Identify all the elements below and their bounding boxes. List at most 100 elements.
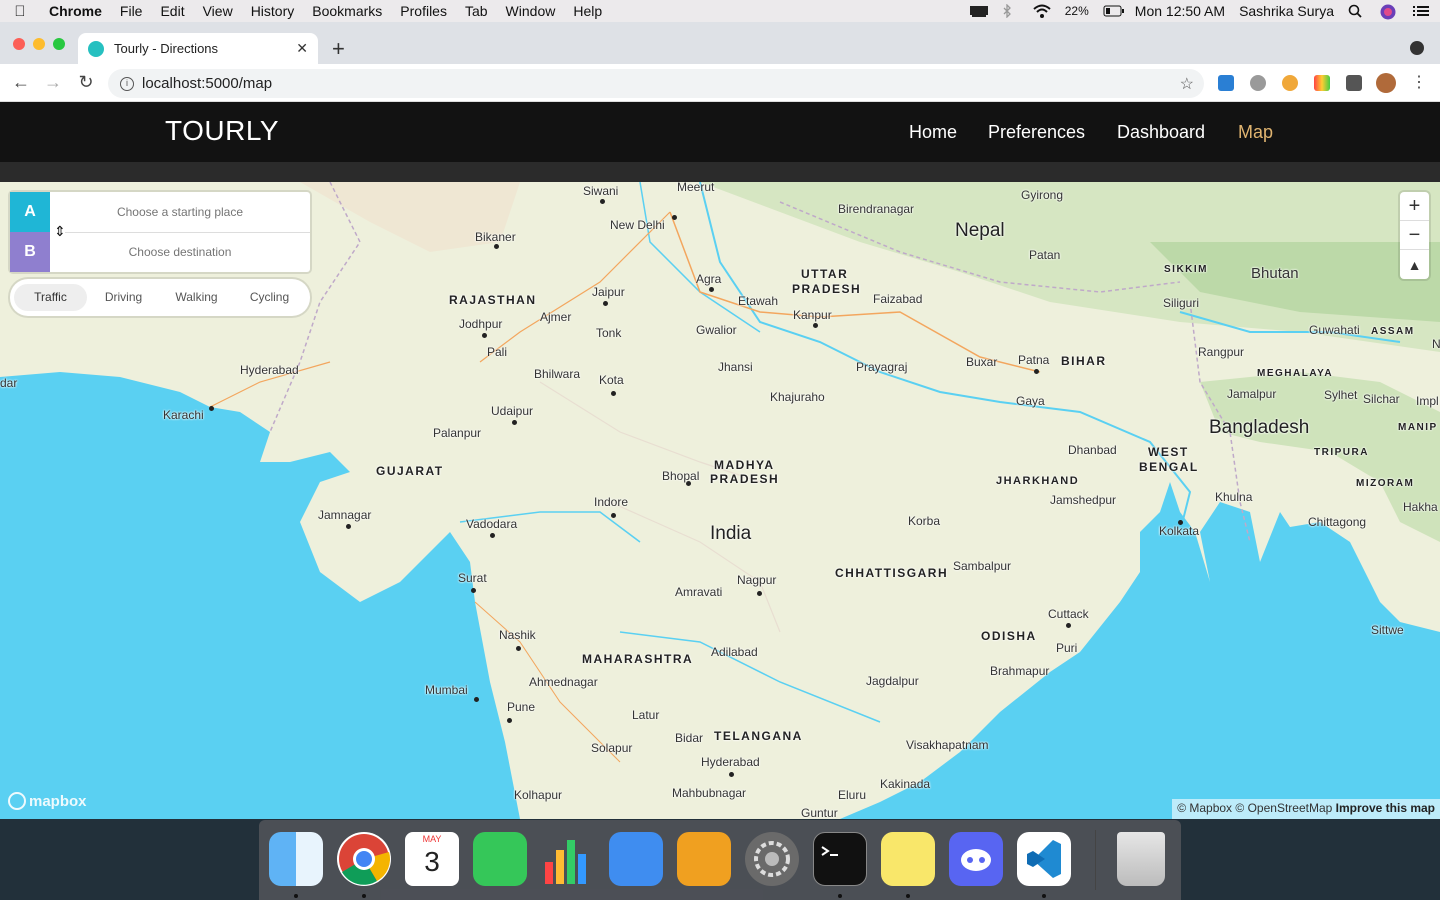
running-indicator <box>1042 894 1046 898</box>
extension-icon[interactable] <box>1218 75 1234 91</box>
notification-center-icon[interactable] <box>1412 4 1430 18</box>
trash-icon[interactable] <box>1117 832 1165 886</box>
siri-icon[interactable] <box>1380 4 1398 20</box>
bluetooth-icon[interactable] <box>1001 3 1019 19</box>
back-arrow-icon[interactable]: ← <box>10 72 32 93</box>
city-dot <box>709 287 714 292</box>
browser-toolbar: ← → ↻ i localhost:5000/map ☆ ⋮ <box>0 64 1440 102</box>
vscode-icon[interactable] <box>1017 832 1071 886</box>
map-label: Patna <box>1018 353 1050 367</box>
map-label: CHHATTISGARH <box>835 566 949 580</box>
apple-menu-icon[interactable]:  <box>0 3 40 20</box>
attribution-mapbox-link[interactable]: © Mapbox <box>1177 801 1232 815</box>
menu-bookmarks[interactable]: Bookmarks <box>303 3 391 19</box>
calendar-icon[interactable]: MAY 3 <box>405 832 459 886</box>
window-zoom-button[interactable] <box>53 38 65 50</box>
dock-separator <box>1095 830 1096 890</box>
map-label: TRIPURA <box>1314 447 1369 458</box>
chrome-icon[interactable] <box>337 832 391 886</box>
macos-menubar:  Chrome File Edit View History Bookmark… <box>0 0 1440 22</box>
browser-menu-icon[interactable]: ⋮ <box>1408 72 1430 92</box>
window-minimize-button[interactable] <box>33 38 45 50</box>
pages-icon[interactable] <box>677 832 731 886</box>
tab-search-icon[interactable] <box>1410 41 1424 55</box>
nav-map[interactable]: Map <box>1238 122 1273 143</box>
spotlight-search-icon[interactable] <box>1348 4 1366 18</box>
zoom-in-button[interactable]: + <box>1400 192 1429 221</box>
map-label: JHARKHAND <box>996 475 1080 487</box>
site-info-icon[interactable]: i <box>120 76 134 91</box>
map-label: PRADESH <box>792 282 862 296</box>
map-canvas[interactable]: Siwani Meerut Gyirong Birendranagar New … <box>0 182 1440 819</box>
address-url[interactable]: localhost:5000/map <box>142 75 272 92</box>
new-tab-icon[interactable]: + <box>332 36 345 62</box>
window-close-button[interactable] <box>13 38 25 50</box>
profile-cycling[interactable]: Cycling <box>233 284 306 311</box>
extension-w-icon[interactable] <box>1314 75 1330 91</box>
forward-arrow-icon[interactable]: → <box>42 72 64 93</box>
map-label: India <box>710 523 752 544</box>
address-bar[interactable]: i localhost:5000/map ☆ <box>108 69 1204 98</box>
destination-input[interactable] <box>50 232 310 272</box>
map-label: Indore <box>594 495 629 509</box>
nav-preferences[interactable]: Preferences <box>988 122 1085 143</box>
stickies-icon[interactable] <box>881 832 935 886</box>
nav-dashboard[interactable]: Dashboard <box>1117 122 1205 143</box>
menu-profiles[interactable]: Profiles <box>391 3 456 19</box>
extension-cloud-icon[interactable] <box>1250 75 1266 91</box>
display-icon[interactable] <box>969 4 988 18</box>
tab-close-icon[interactable]: ✕ <box>296 40 308 57</box>
discord-icon[interactable] <box>949 832 1003 886</box>
profile-driving[interactable]: Driving <box>87 284 160 311</box>
system-preferences-icon[interactable] <box>745 832 799 886</box>
profile-traffic[interactable]: Traffic <box>14 284 87 311</box>
map-label: Pune <box>507 700 536 714</box>
battery-icon[interactable] <box>1103 4 1124 18</box>
map-label: Jamalpur <box>1227 387 1277 401</box>
menu-window[interactable]: Window <box>497 3 565 19</box>
brand-logo[interactable]: TOURLY <box>165 115 279 147</box>
map-label: RAJASTHAN <box>449 293 537 307</box>
attribution-osm-link[interactable]: © OpenStreetMap <box>1235 801 1332 815</box>
profile-walking[interactable]: Walking <box>160 284 233 311</box>
map-label: Agra <box>696 272 722 286</box>
map-label: Rangpur <box>1198 345 1245 359</box>
menu-file[interactable]: File <box>111 3 152 19</box>
clock[interactable]: Mon 12:50 AM <box>1135 3 1225 19</box>
map-label: New Delhi <box>610 218 665 232</box>
origin-input[interactable] <box>50 192 310 232</box>
extensions-puzzle-icon[interactable] <box>1346 75 1362 91</box>
improve-map-link[interactable]: Improve this map <box>1336 801 1435 815</box>
map-label: Jamshedpur <box>1050 493 1117 507</box>
keynote-icon[interactable] <box>609 832 663 886</box>
reload-icon[interactable]: ↻ <box>75 72 97 93</box>
map-label: Siwani <box>583 184 619 198</box>
browser-tab[interactable]: Tourly - Directions ✕ <box>78 33 318 64</box>
map-label: Solapur <box>591 741 633 755</box>
menu-tab[interactable]: Tab <box>456 3 497 19</box>
city-dot <box>611 391 616 396</box>
running-indicator <box>838 894 842 898</box>
menu-view[interactable]: View <box>194 3 242 19</box>
facetime-icon[interactable] <box>473 832 527 886</box>
menu-edit[interactable]: Edit <box>151 3 193 19</box>
bookmark-star-icon[interactable]: ☆ <box>1180 74 1194 94</box>
map-label: WEST <box>1148 445 1189 459</box>
map-label: ODISHA <box>981 629 1037 643</box>
menu-help[interactable]: Help <box>564 3 611 19</box>
compass-reset-button[interactable]: ▲ <box>1400 250 1429 279</box>
menu-history[interactable]: History <box>242 3 304 19</box>
zoom-out-button[interactable]: − <box>1400 221 1429 250</box>
nav-home[interactable]: Home <box>909 122 957 143</box>
numbers-icon[interactable] <box>541 832 595 886</box>
extension-owl-icon[interactable] <box>1282 75 1298 91</box>
menu-app-name[interactable]: Chrome <box>40 3 111 19</box>
finder-icon[interactable] <box>269 832 323 886</box>
wifi-icon[interactable] <box>1033 4 1051 18</box>
terminal-icon[interactable] <box>813 832 867 886</box>
user-name[interactable]: Sashrika Surya <box>1239 3 1334 19</box>
profile-avatar[interactable] <box>1376 73 1396 93</box>
city-dot <box>507 718 512 723</box>
travel-profile-selector: Traffic Driving Walking Cycling <box>10 279 310 316</box>
mapbox-logo[interactable]: mapbox <box>8 792 87 810</box>
